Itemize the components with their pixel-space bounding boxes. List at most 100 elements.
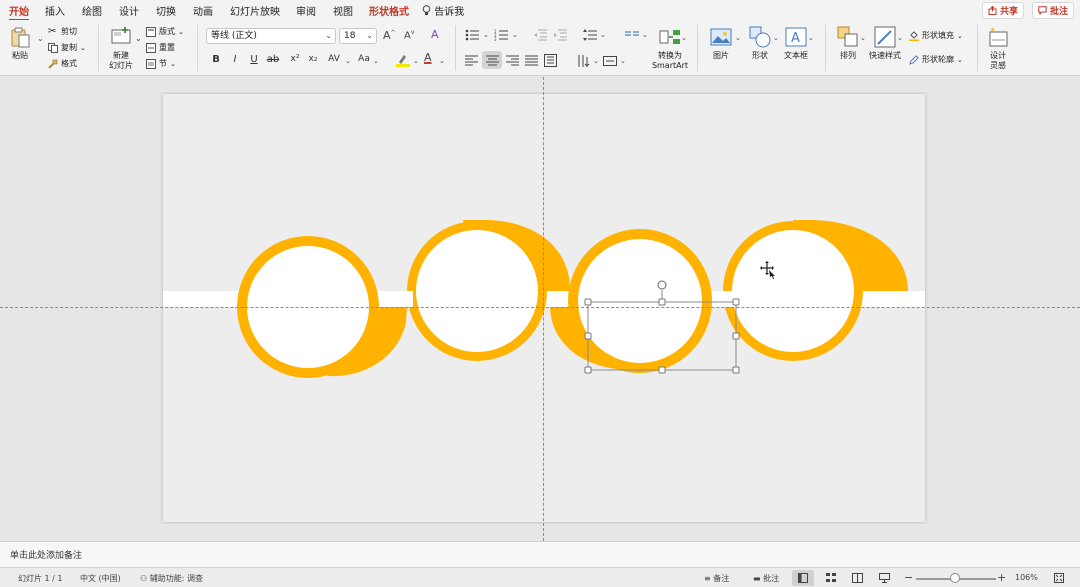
increase-indent-icon[interactable] — [554, 29, 567, 41]
zoom-in-button[interactable]: + — [997, 571, 1006, 584]
resize-handle[interactable] — [732, 366, 740, 374]
subscript-button[interactable]: x₂ — [306, 54, 320, 64]
quick-styles-button[interactable]: 快速样式 — [868, 26, 902, 61]
section-dropdown-icon: ⌄ — [170, 59, 176, 68]
shape-outline-button[interactable]: 形状轮廓 ⌄ — [909, 54, 963, 65]
comments-toggle[interactable]: ▬ 批注 — [753, 573, 779, 584]
tab-draw[interactable]: 绘图 — [82, 3, 102, 18]
zoom-slider-thumb[interactable] — [950, 573, 960, 583]
layout-label: 版式 — [159, 27, 175, 36]
chevron-down-icon: ⌄ — [345, 57, 351, 65]
align-center-button[interactable] — [482, 51, 502, 69]
distributed-icon[interactable] — [544, 54, 557, 67]
font-size-select[interactable]: 18 ⌄ — [339, 28, 377, 44]
line-spacing-icon[interactable] — [583, 29, 597, 41]
layout-dropdown-icon: ⌄ — [178, 27, 184, 36]
cut-button[interactable]: ✂ 剪切 — [48, 26, 77, 37]
font-name-select[interactable]: 等线 (正文) ⌄ — [206, 28, 336, 44]
tab-review[interactable]: 审阅 — [296, 3, 316, 18]
tab-view[interactable]: 视图 — [333, 3, 353, 18]
rotate-handle-icon[interactable] — [657, 280, 667, 290]
tab-shape-format[interactable]: 形状格式 — [369, 3, 409, 18]
quick-styles-icon — [874, 26, 896, 48]
tab-design[interactable]: 设计 — [119, 3, 139, 18]
resize-handle[interactable] — [658, 298, 666, 306]
section-icon — [146, 58, 156, 69]
accessibility-status[interactable]: ⚇ 辅助功能: 调查 — [140, 573, 203, 584]
designer-button[interactable]: 设计 灵感 — [984, 26, 1012, 71]
textbox-button[interactable]: A 文本框 — [780, 26, 812, 61]
slide-workspace[interactable] — [0, 77, 1080, 541]
decrease-font-icon[interactable]: Av — [404, 29, 414, 41]
strikethrough-button[interactable]: ab — [266, 54, 280, 65]
numbering-icon[interactable]: 123 — [494, 29, 508, 41]
ribbon-separator — [455, 25, 456, 71]
align-text-icon[interactable] — [603, 54, 617, 68]
slide-sorter-icon[interactable] — [826, 573, 837, 583]
new-slide-button[interactable]: 新建 幻灯片 — [109, 26, 133, 71]
ribbon-separator — [825, 25, 826, 71]
normal-view-button[interactable] — [792, 570, 814, 586]
bullets-icon[interactable] — [465, 29, 479, 41]
picture-button[interactable]: 图片 — [705, 26, 737, 61]
align-left-icon[interactable] — [465, 55, 478, 66]
slide-canvas[interactable] — [163, 94, 925, 522]
underline-button[interactable]: U — [247, 54, 261, 65]
text-direction-icon[interactable] — [576, 54, 590, 68]
notes-toggle[interactable]: ≡ 备注 — [704, 573, 729, 584]
chevron-down-icon: ⌄ — [897, 34, 903, 42]
reset-icon — [146, 42, 156, 53]
tab-animations[interactable]: 动画 — [193, 3, 213, 18]
tab-slideshow[interactable]: 幻灯片放映 — [230, 3, 280, 18]
layout-button[interactable]: 版式 ⌄ — [146, 26, 184, 37]
increase-font-icon[interactable]: A^ — [383, 29, 396, 42]
zoom-level[interactable]: 106% — [1015, 573, 1038, 582]
tab-home[interactable]: 开始 — [9, 3, 29, 21]
reset-button[interactable]: 重置 — [146, 42, 175, 53]
reading-view-icon[interactable] — [852, 573, 863, 583]
tab-insert[interactable]: 插入 — [45, 3, 65, 18]
columns-icon[interactable] — [625, 29, 639, 41]
slideshow-icon[interactable] — [879, 573, 890, 583]
vertical-guide[interactable] — [543, 77, 544, 541]
language-indicator[interactable]: 中文 (中国) — [80, 573, 121, 584]
align-right-icon[interactable] — [506, 55, 519, 66]
notes-toggle-label: 备注 — [713, 574, 730, 583]
fit-to-window-icon[interactable] — [1054, 573, 1064, 583]
zoom-out-button[interactable]: − — [904, 571, 913, 584]
section-button[interactable]: 节 ⌄ — [146, 58, 176, 69]
shapes-button[interactable]: 形状 — [744, 26, 776, 61]
resize-handle[interactable] — [658, 366, 666, 374]
format-painter-button[interactable]: 格式 — [48, 58, 77, 69]
bold-button[interactable]: B — [209, 54, 223, 65]
notes-placeholder: 单击此处添加备注 — [10, 551, 83, 561]
highlight-icon[interactable] — [396, 53, 410, 70]
font-color-icon[interactable]: A — [424, 51, 432, 64]
tab-transitions[interactable]: 切换 — [156, 3, 176, 18]
new-slide-dropdown-icon[interactable]: ⌄ — [135, 34, 142, 43]
shape-outline-label: 形状轮廓 — [922, 55, 954, 64]
arrange-button[interactable]: 排列 — [833, 26, 863, 61]
clear-formatting-icon[interactable]: A — [431, 28, 439, 41]
shape-fill-button[interactable]: 形状填充 ⌄ — [909, 30, 963, 41]
superscript-button[interactable]: x² — [288, 54, 302, 64]
character-spacing-button[interactable]: AV — [325, 54, 343, 64]
paste-dropdown-icon[interactable]: ⌄ — [37, 34, 44, 43]
resize-handle[interactable] — [584, 332, 592, 340]
resize-handle[interactable] — [584, 298, 592, 306]
justify-icon[interactable] — [525, 55, 538, 66]
resize-handle[interactable] — [584, 366, 592, 374]
paste-button[interactable]: 粘贴 — [9, 26, 31, 61]
decrease-indent-icon[interactable] — [534, 29, 547, 41]
copy-button[interactable]: 复制 ⌄ — [48, 42, 86, 53]
tell-me-search[interactable]: 告诉我 — [422, 3, 464, 18]
notes-pane[interactable]: 单击此处添加备注 — [0, 541, 1080, 567]
change-case-button[interactable]: Aa — [355, 54, 373, 64]
resize-handle[interactable] — [732, 298, 740, 306]
share-button[interactable]: 共享 — [982, 2, 1025, 19]
comments-button[interactable]: 批注 — [1032, 2, 1075, 19]
italic-button[interactable]: I — [228, 54, 242, 65]
convert-smartart-button[interactable]: 转换为 SmartArt — [650, 26, 690, 71]
resize-handle[interactable] — [732, 332, 740, 340]
horizontal-guide[interactable] — [0, 307, 1080, 308]
